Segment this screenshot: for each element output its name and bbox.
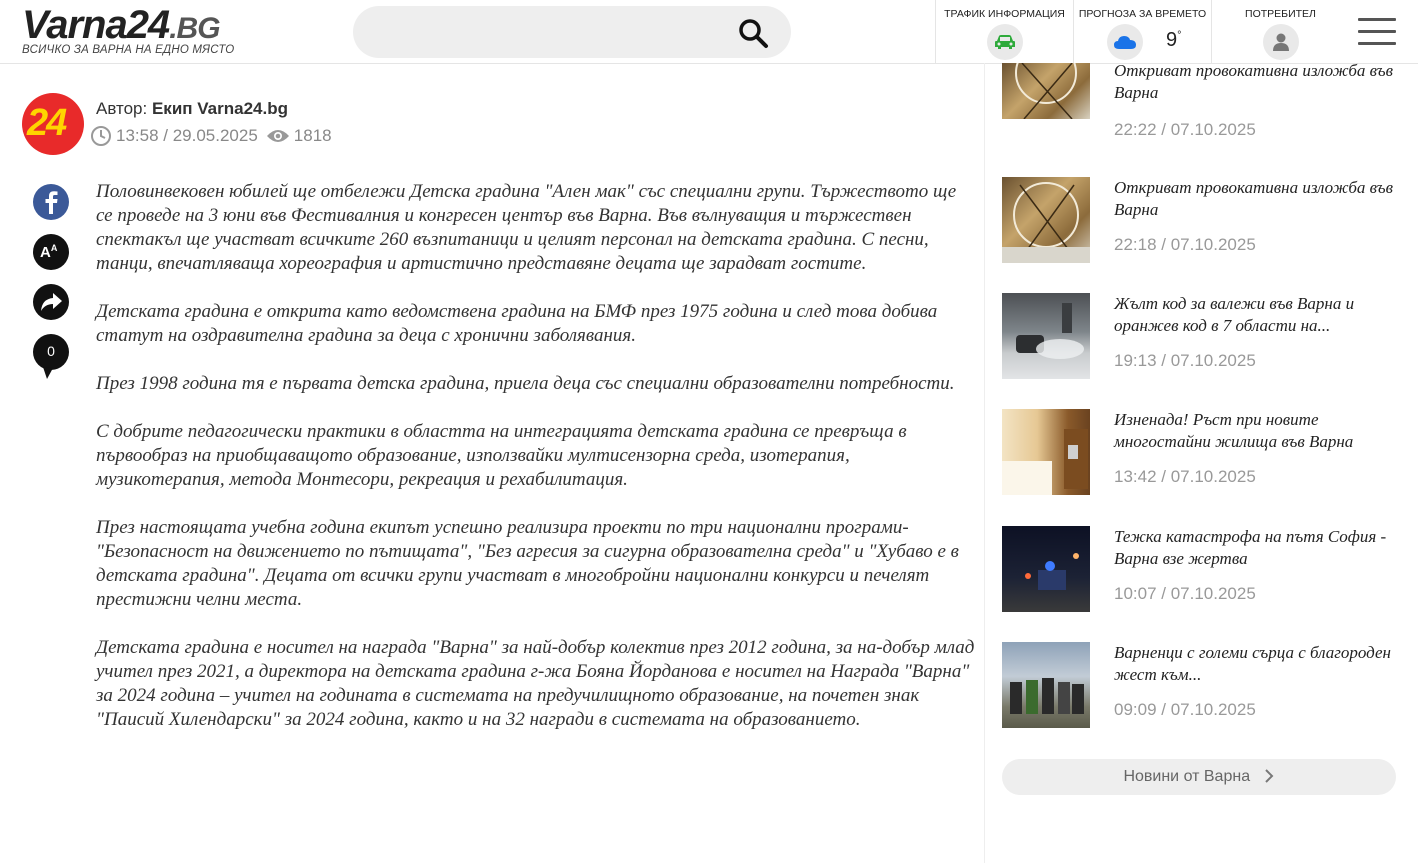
search-icon[interactable] bbox=[737, 17, 769, 49]
article-paragraph: Половинвековен юбилей ще отбележи Детска… bbox=[96, 181, 957, 274]
news-title[interactable]: Изненада! Ръст при новите многостайни жи… bbox=[1114, 409, 1399, 453]
clock-icon bbox=[91, 126, 111, 146]
comments-count: 0 bbox=[47, 343, 55, 359]
publish-time: 13:58 / 29.05.2025 bbox=[116, 126, 258, 145]
column-divider bbox=[984, 63, 985, 863]
news-thumbnail[interactable] bbox=[1002, 177, 1090, 263]
news-thumbnail[interactable] bbox=[1002, 63, 1090, 119]
article-paragraph: Детската градина е открита като ведомств… bbox=[96, 301, 938, 346]
weather-label: ПРОГНОЗА ЗА ВРЕМЕТО bbox=[1078, 8, 1207, 20]
author-line: Автор: Екип Varna24.bg bbox=[96, 99, 288, 119]
comments-button[interactable]: 0 bbox=[33, 334, 69, 379]
news-thumbnail[interactable] bbox=[1002, 526, 1090, 612]
news-title[interactable]: Варненци с големи сърца с благороден жес… bbox=[1114, 642, 1399, 686]
article-meta: 13:58 / 29.05.2025 1818 bbox=[90, 125, 332, 147]
user-account-button[interactable]: ПОТРЕБИТЕЛ bbox=[1211, 0, 1349, 63]
user-icon bbox=[1272, 33, 1289, 51]
news-thumbnail[interactable] bbox=[1002, 293, 1090, 379]
weather-temperature: 9° bbox=[1166, 29, 1182, 51]
author-avatar: 24 bbox=[22, 93, 84, 155]
news-time: 13:42 / 07.10.2025 bbox=[1114, 467, 1256, 486]
weather-forecast-button[interactable]: ПРОГНОЗА ЗА ВРЕМЕТО bbox=[1073, 0, 1211, 63]
traffic-info-button[interactable]: ТРАФИК ИНФОРМАЦИЯ bbox=[935, 0, 1073, 63]
cloud-icon bbox=[1114, 36, 1136, 49]
news-title[interactable]: Тежка катастрофа на пътя София - Варна в… bbox=[1114, 526, 1399, 570]
article-paragraph: Детската градина е носител на награда "В… bbox=[96, 637, 975, 730]
site-logo[interactable]: Varna24.BG ВСИЧКО ЗА ВАРНА НА ЕДНО МЯСТО bbox=[22, 4, 252, 60]
facebook-share-button[interactable] bbox=[33, 184, 69, 220]
more-news-label: Новини от Варна bbox=[1123, 768, 1251, 785]
share-button[interactable] bbox=[33, 284, 69, 320]
news-thumbnail[interactable] bbox=[1002, 642, 1090, 728]
facebook-icon bbox=[45, 191, 58, 214]
car-icon bbox=[994, 35, 1015, 49]
author-prefix: Автор: bbox=[96, 99, 148, 118]
sidebar-news-item[interactable]: Откриват провокативна изложба във Варна … bbox=[1002, 60, 1402, 153]
logo-tagline: ВСИЧКО ЗА ВАРНА НА ЕДНО МЯСТО bbox=[22, 44, 235, 56]
article-paragraph: През 1998 година тя е първата детска гра… bbox=[96, 373, 955, 394]
author-name[interactable]: Екип Varna24.bg bbox=[152, 99, 288, 118]
sidebar-news-item[interactable]: Тежка катастрофа на пътя София - Варна в… bbox=[1002, 526, 1402, 616]
eye-icon bbox=[266, 130, 289, 142]
article-paragraph: През настоящата учебна година екипът усп… bbox=[96, 517, 959, 610]
article-paragraph: С добрите педагогически практики в облас… bbox=[96, 421, 907, 490]
sidebar-news-item[interactable]: Откриват провокативна изложба във Варна … bbox=[1002, 177, 1402, 267]
sidebar-news-item[interactable]: Варненци с големи сърца с благороден жес… bbox=[1002, 642, 1402, 732]
news-time: 10:07 / 07.10.2025 bbox=[1114, 584, 1256, 603]
news-thumbnail[interactable] bbox=[1002, 409, 1090, 495]
site-header: Varna24.BG ВСИЧКО ЗА ВАРНА НА ЕДНО МЯСТО… bbox=[0, 0, 1418, 64]
news-time: 22:18 / 07.10.2025 bbox=[1114, 235, 1256, 254]
chevron-right-icon bbox=[1264, 769, 1273, 783]
news-title[interactable]: Жълт код за валежи във Варна и оранжев к… bbox=[1114, 293, 1399, 337]
font-size-button[interactable]: AA bbox=[33, 234, 69, 270]
news-time: 22:22 / 07.10.2025 bbox=[1114, 120, 1256, 139]
news-title[interactable]: Откриват провокативна изложба във Варна bbox=[1114, 60, 1399, 104]
traffic-info-label: ТРАФИК ИНФОРМАЦИЯ bbox=[944, 8, 1065, 20]
user-label: ПОТРЕБИТЕЛ bbox=[1245, 8, 1316, 20]
news-time: 09:09 / 07.10.2025 bbox=[1114, 700, 1256, 719]
more-news-button[interactable]: Новини от Варна bbox=[1002, 759, 1396, 795]
sidebar-news-item[interactable]: Жълт код за валежи във Варна и оранжев к… bbox=[1002, 293, 1402, 383]
font-size-icon: AA bbox=[40, 243, 58, 261]
search-input[interactable] bbox=[353, 6, 791, 58]
news-title[interactable]: Откриват провокативна изложба във Варна bbox=[1114, 177, 1399, 221]
view-count: 1818 bbox=[293, 126, 332, 145]
article-body: Половинвековен юбилей ще отбележи Детска… bbox=[96, 180, 976, 756]
menu-hamburger-icon[interactable] bbox=[1358, 18, 1396, 46]
sidebar-news-item[interactable]: Изненада! Ръст при новите многостайни жи… bbox=[1002, 409, 1402, 499]
share-arrow-icon bbox=[41, 293, 62, 311]
news-time: 19:13 / 07.10.2025 bbox=[1114, 351, 1256, 370]
